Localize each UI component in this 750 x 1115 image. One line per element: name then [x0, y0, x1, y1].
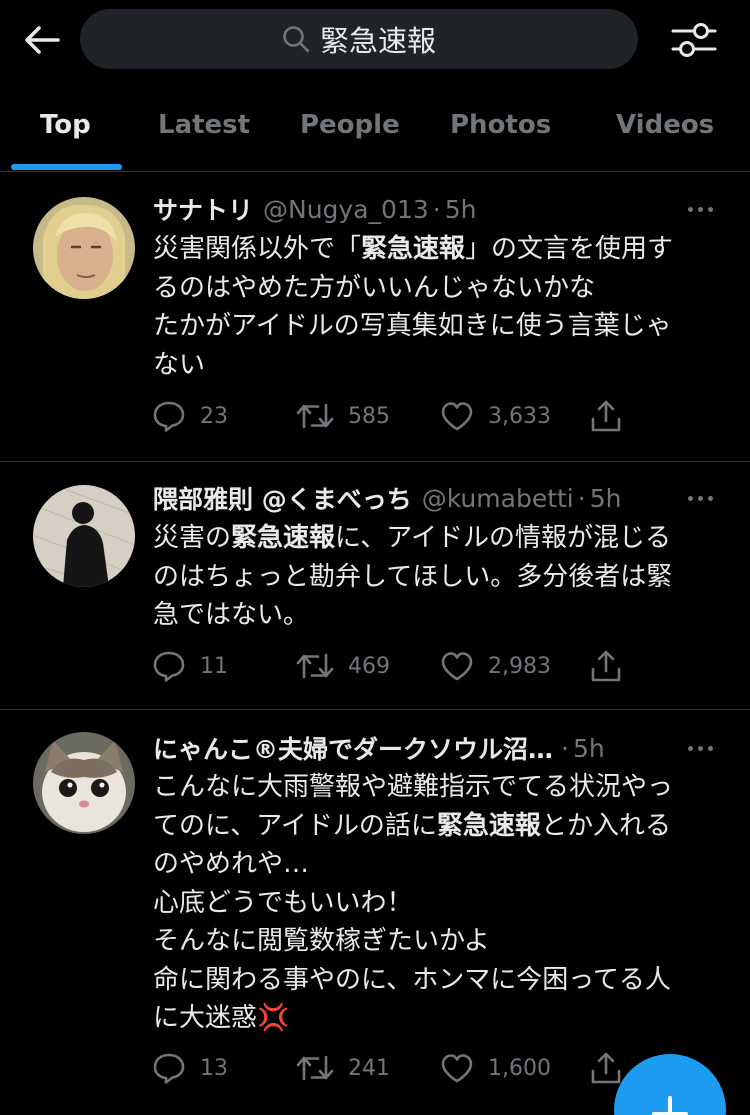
heart-icon — [441, 402, 473, 431]
tweet-text-line: たかがアイドルの写真集如きに使う言葉じゃ — [153, 311, 672, 341]
heart-icon — [441, 1054, 473, 1083]
reply-button[interactable]: 13 — [152, 1048, 228, 1088]
retweet-count: 241 — [348, 1055, 390, 1081]
reply-button[interactable]: 23 — [152, 396, 228, 436]
search-query: 緊急速報 — [319, 24, 436, 58]
tweet-text: 災害の緊急速報に、アイドルの情報が混じる のはちょっと勘弁してほしい。多分後者は… — [153, 519, 723, 635]
tweet-text-line: そんなに閲覧数稼ぎたいかよ — [153, 926, 490, 956]
share-button[interactable] — [590, 396, 622, 436]
avatar[interactable] — [33, 732, 135, 834]
tweet[interactable]: 隈部雅則 @くまべっち @kumabetti · 5h 災害の緊急速報に、アイド… — [0, 462, 750, 710]
avatar[interactable] — [33, 485, 135, 587]
tab-photos[interactable]: Photos — [450, 110, 551, 140]
more-options-button[interactable] — [680, 738, 720, 758]
tweet-actions: 13 241 1,600 — [152, 1048, 632, 1088]
plus-icon — [652, 1096, 688, 1115]
reply-button[interactable]: 11 — [152, 646, 228, 686]
tab-people[interactable]: People — [300, 110, 400, 140]
back-arrow-icon — [25, 26, 60, 54]
like-button[interactable]: 2,983 — [440, 646, 551, 686]
timestamp[interactable]: 5h — [573, 734, 605, 763]
retweet-icon — [296, 653, 334, 679]
separator-dot: · — [561, 733, 569, 763]
highlighted-keyword: 緊急速報 — [361, 234, 466, 264]
timestamp[interactable]: 5h — [445, 195, 477, 224]
tweet-text-line: 命に関わる事やのに、ホンマに今困ってる人 — [153, 964, 671, 995]
tab-latest[interactable]: Latest — [158, 110, 250, 140]
user-handle[interactable]: @Nugya_013 — [263, 195, 429, 224]
search-tabs: Top Latest People Photos Videos — [0, 84, 750, 172]
tweet-text: 災害関係以外で「緊急速報」の文言を使用す るのはやめた方がいいんじゃないかな た… — [153, 230, 723, 384]
reply-count: 23 — [200, 403, 228, 429]
retweet-count: 585 — [348, 403, 390, 429]
active-tab-indicator — [11, 164, 122, 170]
share-button[interactable] — [590, 646, 622, 686]
highlighted-keyword: 緊急速報 — [231, 523, 336, 553]
reply-icon — [153, 401, 185, 432]
display-name[interactable]: 隈部雅則 @くまべっち — [153, 480, 412, 516]
tweet-header: 隈部雅則 @くまべっち @kumabetti · 5h — [153, 480, 621, 516]
more-options-button[interactable] — [680, 488, 720, 508]
retweet-button[interactable]: 241 — [296, 1048, 390, 1088]
tweet-text-line: のやめれや… — [153, 849, 310, 879]
tweet-text: こんなに大雨警報や避難指示でてる状況やっ てのに、アイドルの話に緊急速報とか入れ… — [153, 768, 723, 1038]
retweet-count: 469 — [348, 653, 390, 679]
tweet-text-line: 急ではない。 — [153, 600, 310, 630]
timestamp[interactable]: 5h — [590, 484, 622, 513]
display-name[interactable]: にゃんこ®夫婦でダークソウル沼… — [153, 730, 553, 766]
highlighted-keyword: 緊急速報 — [436, 810, 541, 841]
more-options-button[interactable] — [680, 199, 720, 219]
tweet-text-line: こんなに大雨警報や避難指示でてる状況やっ — [153, 772, 674, 802]
display-name[interactable]: サナトリ — [153, 191, 253, 227]
reply-icon — [153, 1053, 185, 1084]
like-count: 2,983 — [488, 653, 551, 679]
tweet-text-line: 災害の緊急速報に、アイドルの情報が混じる — [153, 523, 671, 553]
tab-top[interactable]: Top — [40, 110, 91, 140]
tweet-actions: 11 469 2,983 — [152, 646, 632, 686]
separator-dot: · — [577, 483, 586, 513]
sliders-icon — [671, 23, 717, 57]
share-icon — [591, 1052, 621, 1084]
retweet-button[interactable]: 469 — [296, 646, 390, 686]
share-icon — [591, 650, 621, 682]
user-handle[interactable]: @kumabetti — [422, 484, 574, 513]
tweet-header: にゃんこ®夫婦でダークソウル沼… · 5h — [153, 730, 605, 766]
search-icon — [283, 26, 310, 53]
reply-count: 13 — [200, 1055, 228, 1081]
like-count: 1,600 — [488, 1055, 551, 1081]
separator-dot: · — [432, 194, 441, 224]
retweet-icon — [296, 403, 334, 429]
tweet-actions: 23 585 3,633 — [152, 396, 632, 436]
tweet-text-line: に大迷惑💢 — [153, 1003, 290, 1033]
tweet-text-line: のはちょっと勘弁してほしい。多分後者は緊 — [153, 561, 673, 592]
tweet[interactable]: にゃんこ®夫婦でダークソウル沼… · 5h こんなに大雨警報や避難指示でてる状況… — [0, 710, 750, 1115]
retweet-icon — [296, 1055, 334, 1081]
search-input[interactable]: 緊急速報 — [80, 9, 638, 69]
like-count: 3,633 — [488, 403, 551, 429]
tab-videos[interactable]: Videos — [616, 110, 714, 140]
back-button[interactable] — [18, 18, 66, 62]
share-icon — [591, 400, 621, 432]
heart-icon — [441, 652, 473, 681]
tweet-text-line: 災害関係以外で「緊急速報」の文言を使用す — [153, 234, 674, 264]
reply-icon — [153, 651, 185, 682]
like-button[interactable]: 3,633 — [440, 396, 551, 436]
search-settings-button[interactable] — [664, 14, 724, 66]
reply-count: 11 — [200, 653, 228, 679]
tweet-text-line: 心底どうでもいいわ！ — [153, 887, 413, 918]
share-button[interactable] — [590, 1048, 622, 1088]
like-button[interactable]: 1,600 — [440, 1048, 551, 1088]
top-bar: 緊急速報 — [0, 0, 750, 80]
tweet-header: サナトリ @Nugya_013 · 5h — [153, 191, 476, 227]
tweet[interactable]: サナトリ @Nugya_013 · 5h 災害関係以外で「緊急速報」の文言を使用… — [0, 172, 750, 462]
retweet-button[interactable]: 585 — [296, 396, 390, 436]
tweet-text-line: てのに、アイドルの話に緊急速報とか入れる — [153, 810, 671, 841]
tweet-text-line: るのはやめた方がいいんじゃないかな — [153, 272, 596, 303]
tweet-text-line: ない — [153, 349, 206, 380]
avatar[interactable] — [33, 197, 135, 299]
